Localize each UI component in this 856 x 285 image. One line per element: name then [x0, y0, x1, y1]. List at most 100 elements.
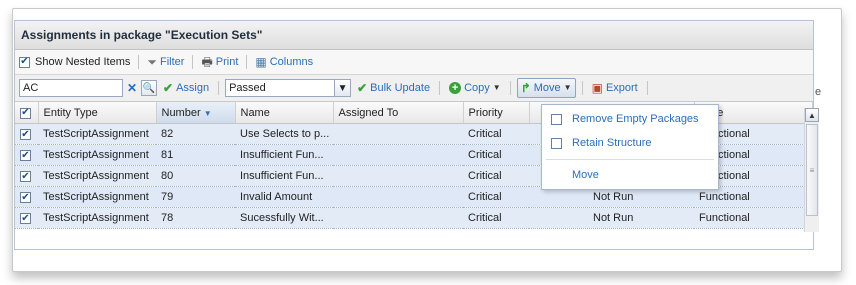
- name-cell: Use Selects to p...: [235, 123, 333, 145]
- divider: [138, 55, 140, 69]
- move-arrow-icon: ↱: [520, 81, 531, 95]
- assigned-to-cell: [333, 144, 463, 166]
- table-scrollbar[interactable]: ▲ ≡: [804, 108, 819, 232]
- sort-desc-icon: ▼: [203, 108, 212, 118]
- select-all-checkbox[interactable]: ✔: [20, 107, 31, 119]
- remove-empty-packages-checkbox[interactable]: [551, 113, 562, 125]
- status-select-value: Passed: [229, 82, 266, 94]
- export-icon: ▣: [591, 81, 603, 95]
- filter-label: Filter: [159, 56, 185, 68]
- retain-structure-label: Retain Structure: [572, 137, 652, 149]
- check-icon: ✔: [163, 81, 174, 95]
- row-checkbox[interactable]: ✔: [20, 192, 31, 204]
- copy-label: Copy: [464, 82, 490, 94]
- move-action-label: Move: [572, 169, 599, 181]
- bulk-update-label: Bulk Update: [370, 82, 431, 94]
- search-icon: 🔍: [142, 82, 156, 94]
- column-header[interactable]: Entity Type: [38, 102, 157, 124]
- scroll-up-icon[interactable]: ▲: [805, 108, 819, 122]
- scroll-thumb[interactable]: ≡: [806, 124, 818, 216]
- row-select-cell[interactable]: ✔: [15, 123, 38, 145]
- row-select-cell[interactable]: ✔: [15, 186, 38, 208]
- number-cell: 78: [156, 207, 235, 229]
- bulk-update-button[interactable]: ✔ Bulk Update: [354, 82, 433, 94]
- priority-cell: Critical: [463, 207, 529, 229]
- divider: [246, 55, 248, 69]
- toolbar-top: ✔ Show Nested Items ⏷ Filter 🖶 Print ▦ C…: [15, 50, 813, 75]
- filter-icon: ⏷: [147, 55, 157, 69]
- remove-empty-packages-label: Remove Empty Packages: [572, 113, 699, 125]
- entity-type-cell: TestScriptAssignment: [38, 186, 156, 208]
- row-checkbox[interactable]: ✔: [20, 171, 31, 183]
- chevron-down-icon: ▼: [563, 83, 572, 92]
- assigned-to-cell: [333, 186, 463, 208]
- add-circle-icon: +: [449, 82, 462, 94]
- status-cell: Not Run: [529, 207, 694, 229]
- menu-divider: [546, 159, 714, 160]
- check-icon: ✔: [357, 81, 368, 95]
- panel-title: Assignments in package "Execution Sets": [15, 21, 813, 50]
- priority-cell: Critical: [463, 144, 529, 166]
- row-select-cell[interactable]: ✔: [15, 144, 38, 166]
- column-header[interactable]: Assigned To: [333, 102, 464, 124]
- table-row[interactable]: ✔ TestScriptAssignment 78 Sucessfully Wi…: [15, 207, 813, 229]
- print-button[interactable]: 🖶 Print: [198, 56, 241, 68]
- row-checkbox[interactable]: ✔: [20, 150, 31, 162]
- search-input[interactable]: AC: [19, 79, 123, 97]
- select-all-cell[interactable]: ✔: [15, 102, 39, 124]
- name-cell: Invalid Amount: [235, 186, 333, 208]
- toolbar-actions: AC ✕ 🔍 ✔ Assign Passed ▼ ✔ Bulk Update +…: [15, 75, 813, 102]
- number-cell: 80: [156, 165, 235, 187]
- column-header[interactable]: Priority: [463, 102, 530, 124]
- number-cell: 79: [156, 186, 235, 208]
- move-menu: Remove Empty Packages Retain Structure M…: [541, 104, 719, 190]
- row-select-cell[interactable]: ✔: [15, 165, 38, 187]
- type-cell: Functional: [694, 207, 813, 229]
- columns-button[interactable]: ▦ Columns: [252, 56, 316, 68]
- row-select-cell[interactable]: ✔: [15, 207, 38, 229]
- print-label: Print: [215, 56, 239, 68]
- copy-button[interactable]: + Copy ▼: [446, 82, 504, 94]
- divider: [646, 81, 648, 95]
- entity-type-cell: TestScriptAssignment: [38, 144, 156, 166]
- column-header-sorted[interactable]: Number ▼: [156, 102, 236, 124]
- row-checkbox[interactable]: ✔: [20, 129, 31, 141]
- assigned-to-cell: [333, 165, 463, 187]
- status-select[interactable]: Passed ▼: [225, 79, 352, 97]
- divider: [192, 55, 194, 69]
- filter-button[interactable]: ⏷ Filter: [144, 56, 187, 68]
- divider: [581, 81, 583, 95]
- columns-icon: ▦: [255, 55, 267, 69]
- divider: [218, 81, 220, 95]
- row-checkbox[interactable]: ✔: [20, 213, 31, 225]
- show-nested-checkbox[interactable]: ✔: [19, 56, 30, 68]
- retain-structure-option[interactable]: Retain Structure: [542, 137, 651, 149]
- remove-empty-packages-option[interactable]: Remove Empty Packages: [542, 113, 699, 125]
- priority-cell: Critical: [463, 165, 529, 187]
- export-label: Export: [605, 82, 638, 94]
- export-button[interactable]: ▣ Export: [589, 82, 641, 94]
- divider: [439, 81, 441, 95]
- assigned-to-cell: [333, 207, 463, 229]
- move-action-option[interactable]: Move: [542, 169, 599, 181]
- assigned-to-cell: [333, 123, 463, 145]
- column-header-label: Number: [161, 106, 201, 119]
- show-nested-label: Show Nested Items: [35, 56, 131, 68]
- panel-title-text: Assignments in package "Execution Sets": [21, 28, 263, 42]
- divider: [509, 81, 511, 95]
- move-button[interactable]: ↱ Move ▼: [516, 78, 576, 98]
- priority-cell: Critical: [463, 123, 529, 145]
- name-cell: Sucessfully Wit...: [235, 207, 333, 229]
- assign-label: Assign: [176, 82, 210, 94]
- assign-button[interactable]: ✔ Assign: [160, 82, 212, 94]
- clear-icon[interactable]: ✕: [126, 82, 138, 94]
- search-input-value: AC: [23, 82, 39, 94]
- toolbar-overflow-text: e: [815, 86, 822, 98]
- entity-type-cell: TestScriptAssignment: [38, 123, 156, 145]
- number-cell: 81: [156, 144, 235, 166]
- column-header[interactable]: Name: [235, 102, 334, 124]
- retain-structure-checkbox[interactable]: [551, 137, 562, 149]
- entity-type-cell: TestScriptAssignment: [38, 207, 156, 229]
- priority-cell: Critical: [463, 186, 529, 208]
- search-button[interactable]: 🔍: [141, 80, 157, 96]
